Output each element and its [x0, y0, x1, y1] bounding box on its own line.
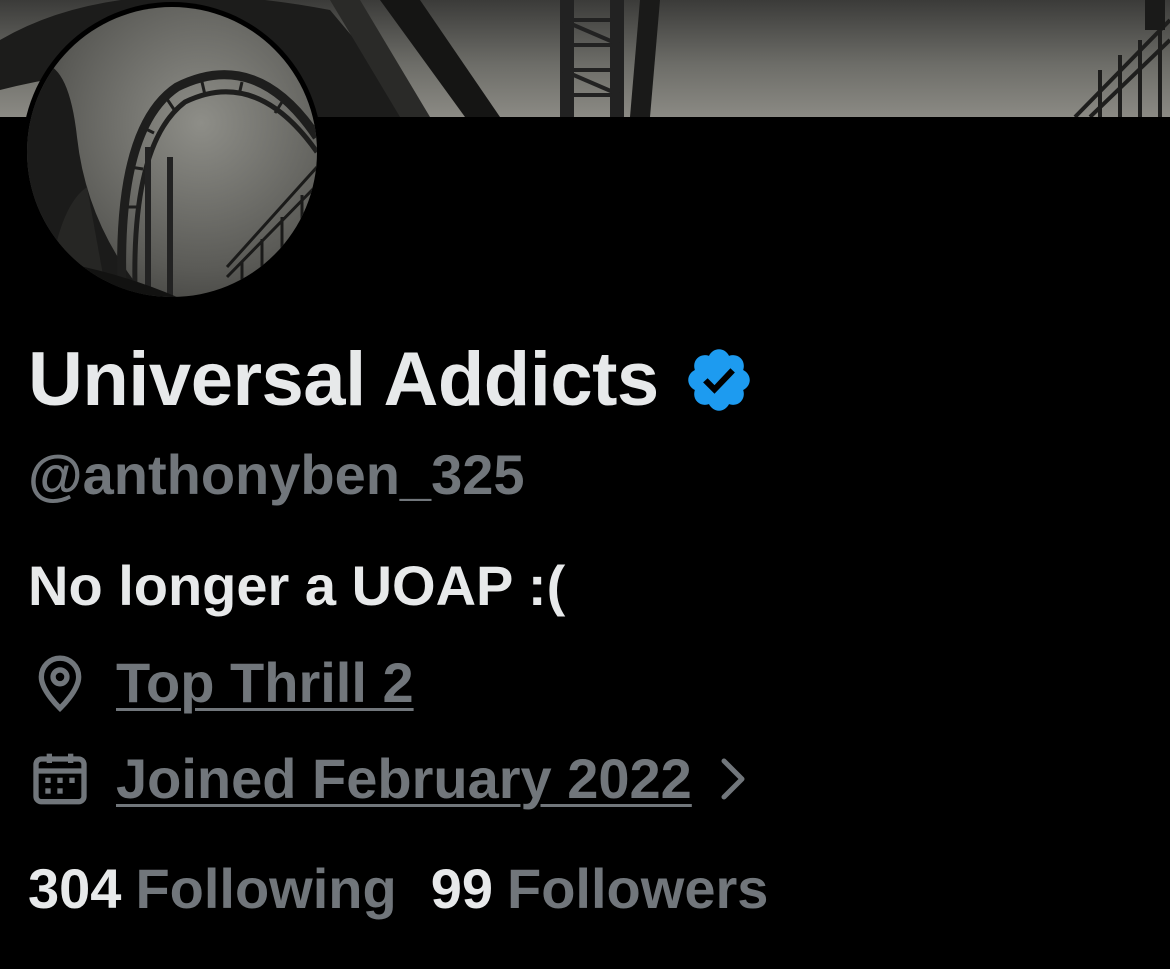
profile-page: Universal Addicts @anthonyben_325 No lon…: [0, 0, 1170, 969]
avatar-image: [27, 7, 317, 297]
following-label: Following: [135, 857, 397, 920]
verified-badge-icon[interactable]: [683, 344, 755, 416]
joined-date-row[interactable]: Joined February 2022: [28, 744, 754, 814]
profile-avatar[interactable]: [22, 2, 322, 302]
followers-count: 99: [430, 857, 494, 920]
location-row: Top Thrill 2: [28, 648, 414, 718]
following-stat[interactable]: 304 Following: [28, 854, 397, 924]
display-name-row: Universal Addicts: [28, 330, 755, 430]
chevron-right-icon[interactable]: [714, 749, 754, 809]
followers-label: Followers: [507, 857, 769, 920]
calendar-icon: [28, 747, 92, 811]
location-pin-icon: [28, 651, 92, 715]
profile-bio: No longer a UOAP :(: [28, 554, 566, 617]
follow-stats: 304 Following 99 Followers: [28, 854, 768, 924]
display-name: Universal Addicts: [28, 337, 659, 422]
followers-stat[interactable]: 99 Followers: [431, 854, 769, 924]
following-count: 304: [28, 857, 122, 920]
user-handle: @anthonyben_325: [28, 443, 525, 506]
joined-date-link[interactable]: Joined February 2022: [116, 744, 692, 814]
location-link[interactable]: Top Thrill 2: [116, 648, 414, 718]
